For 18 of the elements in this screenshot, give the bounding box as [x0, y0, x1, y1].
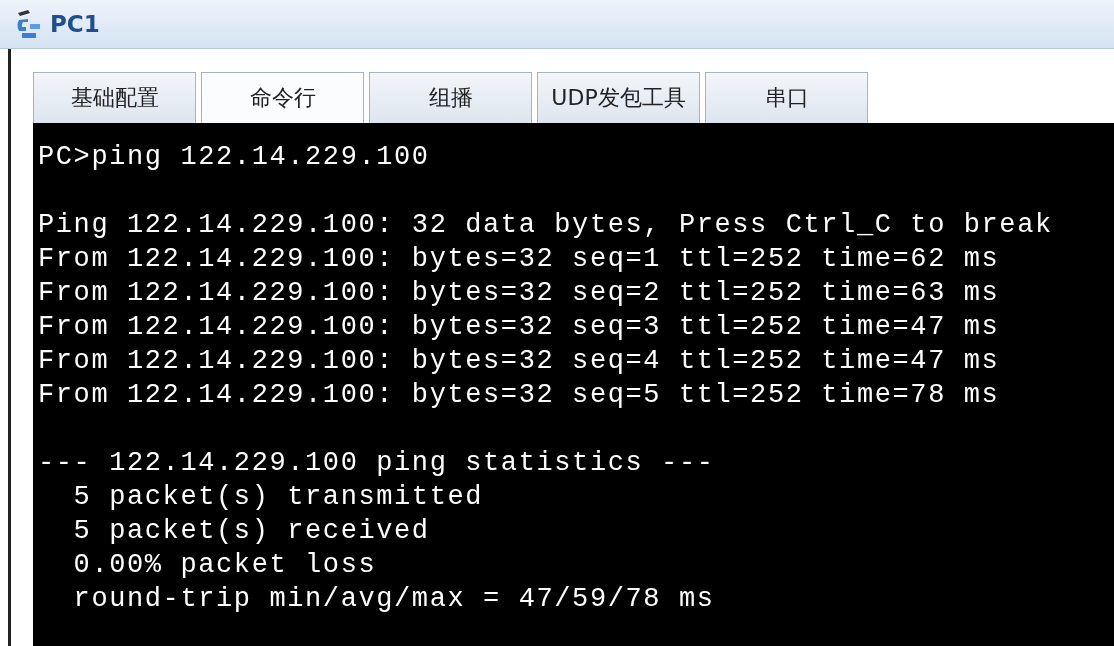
terminal-line: PC>ping 122.14.229.100 [38, 141, 431, 174]
tab[interactable]: 组播 [369, 72, 532, 123]
tab[interactable]: 命令行 [201, 72, 364, 123]
terminal-line: 5 packet(s) received [72, 515, 431, 548]
terminal-line: Ping 122.14.229.100: 32 data bytes, Press Ctrl_C to break [38, 209, 1054, 242]
tab[interactable]: UDP发包工具 [537, 72, 700, 123]
terminal-line: From 122.14.229.100: bytes=32 seq=4 ttl=252 time=47 ms [38, 345, 1001, 378]
terminal-line: From 122.14.229.100: bytes=32 seq=1 ttl=252 time=62 ms [38, 243, 1001, 276]
window-title: PC1 [50, 11, 100, 37]
terminal-line: From 122.14.229.100: bytes=32 seq=3 ttl=252 time=47 ms [38, 311, 1001, 344]
terminal-line: From 122.14.229.100: bytes=32 seq=5 ttl=252 time=78 ms [38, 379, 1001, 412]
terminal-line: --- 122.14.229.100 ping statistics --- [38, 447, 716, 480]
terminal-line: round-trip min/avg/max = 47/59/78 ms [72, 583, 716, 616]
tab[interactable]: 串口 [705, 72, 868, 123]
tab[interactable]: 基础配置 [33, 72, 196, 123]
terminal-line: From 122.14.229.100: bytes=32 seq=2 ttl=252 time=63 ms [38, 277, 1001, 310]
terminal-line: 0.00% packet loss [72, 549, 378, 582]
terminal-line: 5 packet(s) transmitted [72, 481, 485, 514]
